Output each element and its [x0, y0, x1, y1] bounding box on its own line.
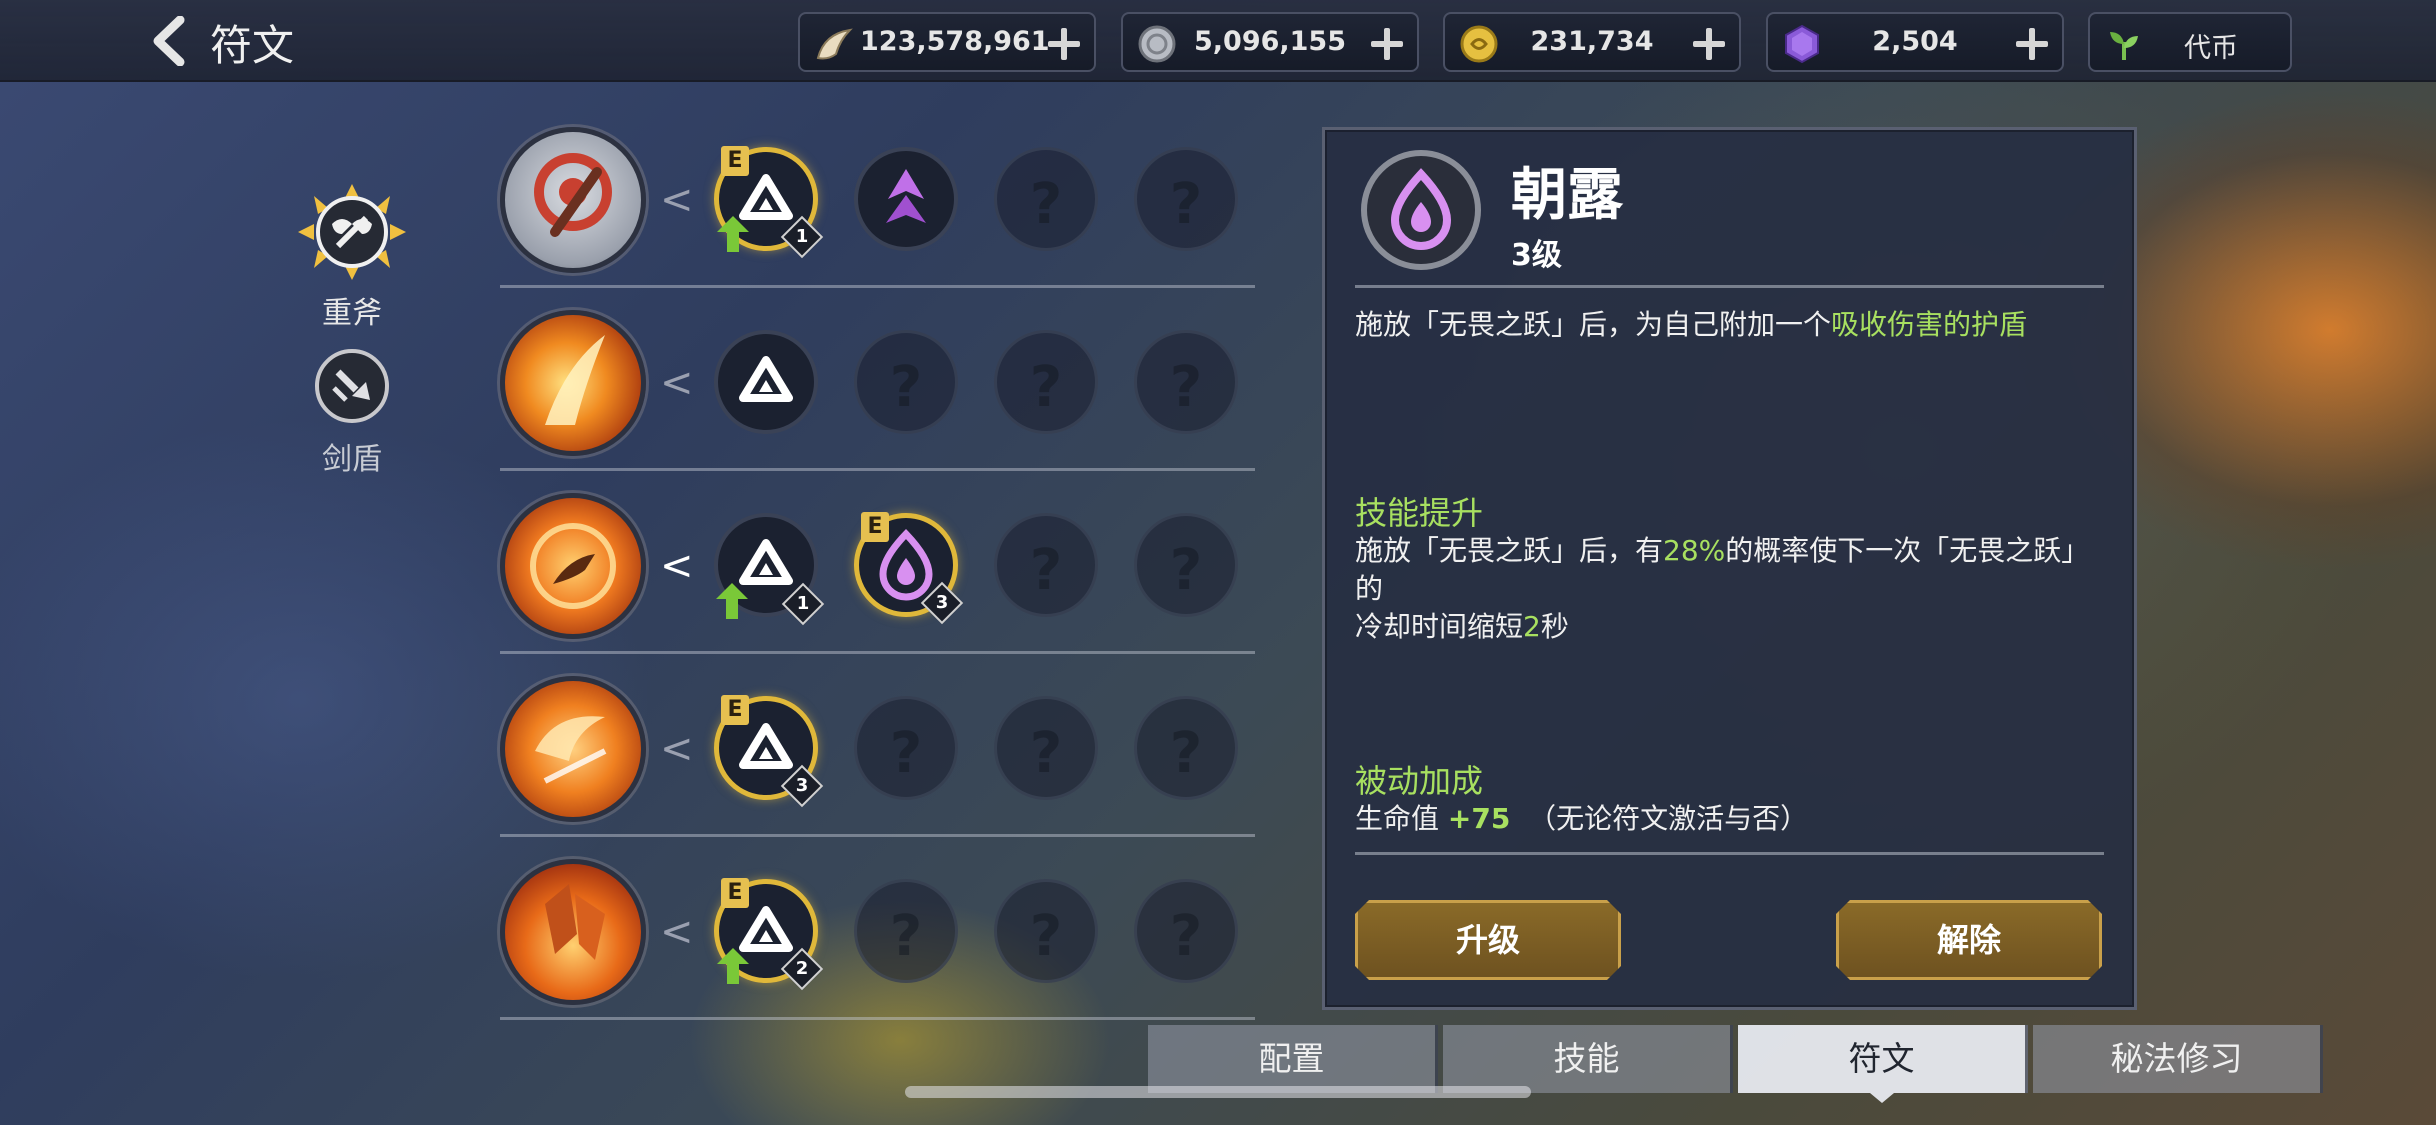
- add-gold-button[interactable]: [1689, 24, 1729, 64]
- rune-slot-locked[interactable]: ?: [1134, 696, 1238, 800]
- chevron-left-icon: <: [660, 543, 694, 589]
- axe-skill-icon[interactable]: [500, 127, 646, 273]
- chevron-left-icon: <: [660, 360, 694, 406]
- earth-shatter-skill-icon[interactable]: [500, 859, 646, 1005]
- rune-slot-locked[interactable]: ?: [1134, 879, 1238, 983]
- equipped-badge: E: [861, 512, 889, 542]
- add-silver-button[interactable]: [1367, 24, 1407, 64]
- passive-bonus-text: 生命值 +75 （无论符文激活与否）: [1355, 802, 1809, 835]
- chevron-left-icon: [153, 15, 185, 67]
- divider: [1355, 852, 2104, 855]
- resource-value: 123,578,961: [860, 26, 1050, 57]
- chevron-left-icon: <: [660, 726, 694, 772]
- chevron-left-icon: <: [660, 909, 694, 955]
- skill-boost-title: 技能提升: [1355, 494, 1484, 532]
- resource-value: 5,096,155: [1193, 26, 1347, 57]
- resource-value: 231,734: [1530, 26, 1654, 57]
- rune-slot-locked[interactable]: ?: [854, 879, 958, 983]
- rune-name: 朝露: [1511, 163, 1623, 228]
- rune-slot[interactable]: E 2: [714, 878, 824, 991]
- remove-button[interactable]: 解除: [1836, 900, 2102, 980]
- top-bar: 符文 123,578,961 5,096,155 231,734 2,504 代…: [0, 0, 2436, 82]
- tab-arcane-training[interactable]: 秘法修习: [2033, 1025, 2323, 1093]
- rune-level: 3级: [1511, 238, 1562, 273]
- leap-skill-icon[interactable]: [500, 493, 646, 639]
- rune-row: < E 1 ? ?: [500, 105, 1255, 288]
- upgrade-arrow-icon: [716, 583, 748, 619]
- rune-slot-locked[interactable]: ?: [994, 330, 1098, 434]
- rune-slot[interactable]: 1: [714, 513, 825, 626]
- upgrade-arrow-icon: [717, 216, 749, 252]
- chevron-left-icon: <: [660, 177, 694, 223]
- rune-slot-locked[interactable]: ?: [1134, 330, 1238, 434]
- sprout-icon: [2110, 32, 2138, 60]
- rune-slot[interactable]: [854, 147, 958, 251]
- rune-slot-selected[interactable]: E 3: [854, 512, 964, 625]
- dew-rune-emblem: [1361, 150, 1481, 270]
- flame-slash-skill-icon[interactable]: [500, 310, 646, 456]
- divider: [1355, 285, 2104, 288]
- page-title: 符文: [210, 21, 295, 70]
- tab-skills[interactable]: 技能: [1443, 1025, 1733, 1093]
- upgrade-arrow-icon: [717, 948, 749, 984]
- row-divider: [500, 1017, 1255, 1020]
- purple-gem-icon: [1785, 24, 1819, 64]
- rune-triangle-icon: [739, 356, 793, 402]
- dew-rune-icon: [1390, 168, 1452, 250]
- add-horn-button[interactable]: [1044, 24, 1084, 64]
- resource-silver: 5,096,155: [1121, 12, 1419, 72]
- rune-slot[interactable]: E 3: [714, 695, 824, 808]
- tab-config[interactable]: 配置: [1148, 1025, 1438, 1093]
- sword-shield-icon: [315, 349, 389, 423]
- rune-row: < E 3 ? ? ?: [500, 654, 1255, 837]
- rune-slot-locked[interactable]: ?: [854, 330, 958, 434]
- rune-slot[interactable]: [714, 330, 818, 434]
- rune-slot-locked[interactable]: ?: [854, 696, 958, 800]
- spin-skill-icon[interactable]: [500, 676, 646, 822]
- upgrade-button[interactable]: 升级: [1355, 900, 1621, 980]
- category-label: 剑盾: [322, 442, 382, 477]
- add-gem-button[interactable]: [2012, 24, 2052, 64]
- category-sword-shield[interactable]: 剑盾: [282, 348, 422, 478]
- resource-gold: 231,734: [1443, 12, 1741, 72]
- tab-runes[interactable]: 符文: [1738, 1025, 2028, 1103]
- heavy-axe-icon: [298, 184, 406, 280]
- category-heavy-axe[interactable]: 重斧: [282, 184, 422, 332]
- rune-slot-locked[interactable]: ?: [1134, 147, 1238, 251]
- rune-row: < E 2 ? ? ?: [500, 837, 1255, 1020]
- resource-gem: 2,504: [1766, 12, 2064, 72]
- equipped-badge: E: [721, 878, 749, 908]
- horn-icon: [816, 28, 853, 60]
- skill-boost-text: 施放「无畏之跃」后，有28%的概率使下一次「无畏之跃」的 冷却时间缩短2秒: [1355, 534, 2090, 643]
- equipped-badge: E: [721, 695, 749, 725]
- rune-slot-locked[interactable]: ?: [994, 513, 1098, 617]
- passive-bonus-title: 被动加成: [1355, 762, 1484, 800]
- rune-slot[interactable]: E 1: [714, 146, 824, 259]
- rune-slot-locked[interactable]: ?: [994, 147, 1098, 251]
- rune-slot-locked[interactable]: ?: [994, 879, 1098, 983]
- home-indicator[interactable]: [905, 1086, 1531, 1098]
- resource-value: 2,504: [1872, 26, 1958, 57]
- gold-coin-icon: [1460, 25, 1498, 63]
- category-label: 重斧: [322, 296, 382, 331]
- resource-horn: 123,578,961: [798, 12, 1096, 72]
- rune-row: < ? ? ?: [500, 288, 1255, 471]
- back-button[interactable]: [148, 15, 192, 67]
- rune-slot-locked[interactable]: ?: [994, 696, 1098, 800]
- purple-chevron-rune-icon: [886, 169, 926, 223]
- rune-description: 施放「无畏之跃」后，为自己附加一个吸收伤害的护盾: [1355, 308, 2028, 341]
- rune-detail-panel: 朝露 3级 施放「无畏之跃」后，为自己附加一个吸收伤害的护盾 技能提升 施放「无…: [1322, 127, 2137, 1010]
- rune-row: < 1 E 3 ? ?: [500, 471, 1255, 654]
- equipped-badge: E: [721, 146, 749, 176]
- silver-coin-icon: [1138, 25, 1176, 63]
- rune-slot-locked[interactable]: ?: [1134, 513, 1238, 617]
- token-label: 代币: [2184, 33, 2238, 64]
- token-button[interactable]: 代币: [2088, 12, 2292, 72]
